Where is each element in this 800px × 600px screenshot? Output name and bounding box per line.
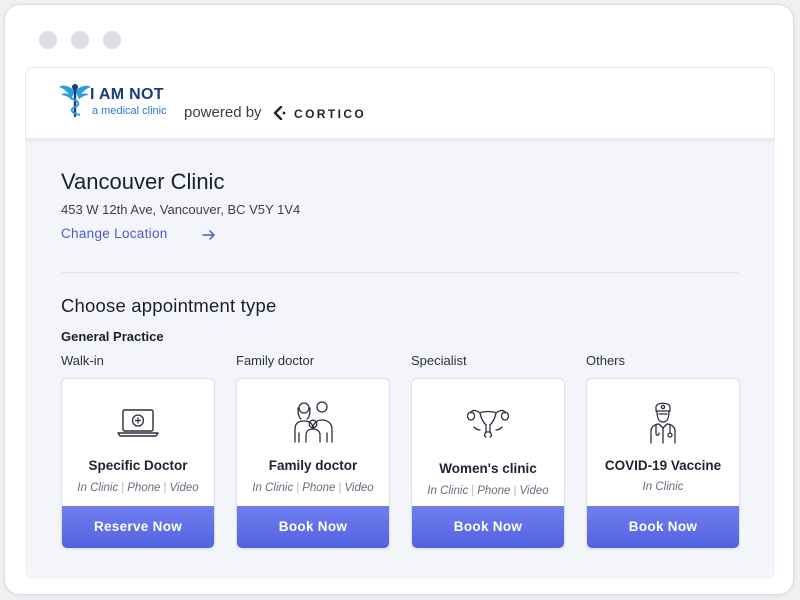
caduceus-logo-icon[interactable] [58,82,92,120]
site-header: I AM NOT a medical clinic powered by COR… [25,67,775,139]
doctor-icon [650,402,676,444]
booking-page: I AM NOT a medical clinic powered by COR… [25,67,775,579]
mode-video: Video [519,485,549,497]
column-label: Specialist [411,353,467,368]
appointment-card[interactable]: Family doctor In Clinic | Phone | Video Book… [236,378,390,549]
appointment-column-others: Others COVID-19 Vaccine In Clinic Book N… [586,353,742,549]
mode-phone: Phone [477,485,511,497]
window-dot-minimize[interactable] [71,31,89,49]
column-label: Others [586,353,626,368]
mode-in-clinic: In Clinic [77,482,119,494]
uterus-icon [466,409,510,438]
section-divider [61,272,739,273]
arrow-right-icon[interactable] [201,227,217,243]
appointment-type-heading: Choose appointment type [61,295,277,316]
clinic-address: 453 W 12th Ave, Vancouver, BC V5Y 1V4 [61,202,301,217]
window-dot-maximize[interactable] [103,31,121,49]
brand-tagline: a medical clinic [92,105,167,117]
card-title: COVID-19 Vaccine [604,458,722,473]
general-practice-heading: General Practice [61,329,164,344]
powered-by-label: powered by [184,104,262,121]
mode-video: Video [169,482,199,494]
cortico-logo-icon [273,106,286,120]
card-title: Women's clinic [439,461,537,476]
window-dot-close[interactable] [39,31,57,49]
book-now-button[interactable]: Book Now [587,506,739,548]
card-modes: In Clinic [587,481,739,493]
mode-in-clinic: In Clinic [427,485,469,497]
column-label: Walk-in [61,353,104,368]
appointment-column-family-doctor: Family doctor Family doctor In Clinic | … [236,353,392,549]
mode-phone: Phone [127,482,161,494]
change-location-link[interactable]: Change Location [61,226,168,241]
reserve-now-button[interactable]: Reserve Now [62,506,214,548]
appointment-card[interactable]: Women's clinic In Clinic | Phone | Video Boo… [411,378,565,549]
appointment-card[interactable]: COVID-19 Vaccine In Clinic Book Now [586,378,740,549]
column-label: Family doctor [236,353,315,368]
mode-phone: Phone [302,482,336,494]
laptop-icon [117,409,159,437]
brand-name: I AM NOT [90,86,164,103]
mode-video: Video [344,482,374,494]
appointment-column-walk-in: Walk-in Specific Doctor In Clinic | Phone |… [61,353,217,549]
book-now-button[interactable]: Book Now [412,506,564,548]
mode-in-clinic: In Clinic [642,481,684,493]
mode-in-clinic: In Clinic [252,482,294,494]
card-modes: In Clinic | Phone | Video [252,482,374,494]
card-modes: In Clinic | Phone | Video [77,482,199,494]
clinic-name: Vancouver Clinic [61,169,225,194]
card-title: Specific Doctor [88,458,188,473]
appointment-column-specialist: Specialist Women's clinic In Clinic | Ph… [411,353,567,549]
card-title: Family doctor [268,458,358,473]
book-now-button[interactable]: Book Now [237,506,389,548]
browser-window: I AM NOT a medical clinic powered by COR… [4,4,794,595]
card-modes: In Clinic | Phone | Video [427,485,549,497]
appointment-card[interactable]: Specific Doctor In Clinic | Phone | Video Re… [61,378,215,549]
cortico-wordmark: CORTICO [294,107,367,121]
window-controls [39,31,121,49]
family-icon [294,401,333,443]
